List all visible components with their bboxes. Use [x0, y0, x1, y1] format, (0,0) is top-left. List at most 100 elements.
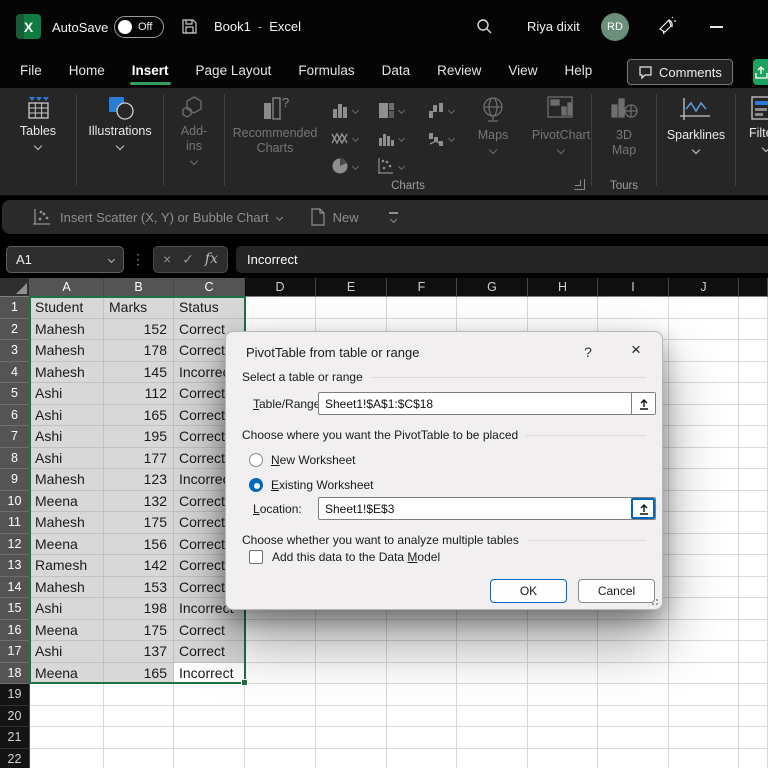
cell-J12[interactable] — [669, 534, 739, 556]
cell-A9[interactable]: Mahesh — [30, 469, 104, 491]
cell-D22[interactable] — [245, 749, 316, 768]
cell-J11[interactable] — [669, 512, 739, 534]
combo-chart-button[interactable] — [421, 124, 467, 152]
cell-J4[interactable] — [669, 362, 739, 384]
cell-A12[interactable]: Meena — [30, 534, 104, 556]
formula-input[interactable]: Incorrect — [236, 246, 768, 273]
cell-J22[interactable] — [669, 749, 739, 768]
cell-G18[interactable] — [457, 663, 528, 685]
customize-toolbar-icon[interactable] — [389, 212, 398, 222]
cell-B7[interactable]: 195 — [104, 426, 174, 448]
row-header-11[interactable]: 11 — [0, 512, 30, 534]
add-ins-button[interactable]: Add- ins — [164, 88, 224, 195]
excel-logo-icon[interactable]: X — [16, 14, 41, 39]
cell-A6[interactable]: Ashi — [30, 405, 104, 427]
new-button[interactable]: New — [310, 208, 359, 226]
bar-chart-button[interactable] — [371, 124, 421, 152]
resize-grip-icon[interactable] — [648, 595, 658, 605]
cell-D18[interactable] — [245, 663, 316, 685]
user-name[interactable]: Riya dixit — [527, 19, 580, 34]
formula-bar-grip-icon[interactable]: ⋮ — [131, 251, 146, 268]
waterfall-chart-button[interactable] — [421, 96, 467, 124]
cell-H17[interactable] — [528, 641, 598, 663]
cell-C16[interactable]: Correct — [174, 620, 245, 642]
cell-A15[interactable]: Ashi — [30, 598, 104, 620]
column-header-B[interactable]: B — [104, 278, 174, 297]
cell-J1[interactable] — [669, 297, 739, 319]
cell-G21[interactable] — [457, 727, 528, 749]
share-button[interactable] — [753, 59, 768, 85]
cell-F19[interactable] — [387, 684, 457, 706]
cell-E1[interactable] — [316, 297, 387, 319]
cell-J8[interactable] — [669, 448, 739, 470]
cell-I18[interactable] — [598, 663, 669, 685]
cell-J18[interactable] — [669, 663, 739, 685]
cell-C22[interactable] — [174, 749, 245, 768]
cell-A20[interactable] — [30, 706, 104, 728]
cell-B8[interactable]: 177 — [104, 448, 174, 470]
table-range-input[interactable]: Sheet1!$A$1:$C$18 — [318, 392, 656, 415]
cell-A5[interactable]: Ashi — [30, 383, 104, 405]
cell-F18[interactable] — [387, 663, 457, 685]
row-header-18[interactable]: 18 — [0, 663, 30, 685]
pie-chart-button[interactable] — [325, 152, 371, 180]
cell-J2[interactable] — [669, 319, 739, 341]
cell-H1[interactable] — [528, 297, 598, 319]
cell-J6[interactable] — [669, 405, 739, 427]
cell-D21[interactable] — [245, 727, 316, 749]
row-header-15[interactable]: 15 — [0, 598, 30, 620]
insert-function-icon[interactable]: fx — [205, 251, 218, 267]
recommended-charts-button[interactable]: ? Recommended Charts — [225, 88, 325, 180]
row-header-2[interactable]: 2 — [0, 319, 30, 341]
cell-C17[interactable]: Correct — [174, 641, 245, 663]
illustrations-button[interactable]: Illustrations — [77, 88, 163, 195]
cell-B19[interactable] — [104, 684, 174, 706]
cell-D1[interactable] — [245, 297, 316, 319]
cell-A19[interactable] — [30, 684, 104, 706]
row-header-13[interactable]: 13 — [0, 555, 30, 577]
row-header-20[interactable]: 20 — [0, 706, 30, 728]
column-header-F[interactable]: F — [387, 278, 457, 297]
save-icon[interactable] — [181, 18, 198, 38]
cell-F1[interactable] — [387, 297, 457, 319]
cell-E21[interactable] — [316, 727, 387, 749]
existing-worksheet-radio[interactable]: Existing Worksheet — [249, 478, 374, 492]
cell-H19[interactable] — [528, 684, 598, 706]
cell-G20[interactable] — [457, 706, 528, 728]
cell-H18[interactable] — [528, 663, 598, 685]
comments-button[interactable]: Comments — [627, 59, 733, 85]
data-model-checkbox[interactable]: Add this data to the Data Model — [249, 550, 440, 564]
cell-I19[interactable] — [598, 684, 669, 706]
column-header-J[interactable]: J — [669, 278, 739, 297]
cell-A18[interactable]: Meena — [30, 663, 104, 685]
tab-formulas[interactable]: Formulas — [298, 55, 354, 88]
cell-B10[interactable]: 132 — [104, 491, 174, 513]
cell-D17[interactable] — [245, 641, 316, 663]
tab-data[interactable]: Data — [382, 55, 411, 88]
cell-B3[interactable]: 178 — [104, 340, 174, 362]
cell-J13[interactable] — [669, 555, 739, 577]
cell-E17[interactable] — [316, 641, 387, 663]
cell-A3[interactable]: Mahesh — [30, 340, 104, 362]
cell-B2[interactable]: 152 — [104, 319, 174, 341]
column-header-H[interactable]: H — [528, 278, 598, 297]
cell-E19[interactable] — [316, 684, 387, 706]
tables-button[interactable]: Tables — [0, 88, 76, 195]
sparklines-button[interactable]: Sparklines — [657, 88, 735, 195]
cell-I17[interactable] — [598, 641, 669, 663]
cell-A13[interactable]: Ramesh — [30, 555, 104, 577]
cell-H16[interactable] — [528, 620, 598, 642]
row-header-7[interactable]: 7 — [0, 426, 30, 448]
cell-B17[interactable]: 137 — [104, 641, 174, 663]
cell-A11[interactable]: Mahesh — [30, 512, 104, 534]
cell-C19[interactable] — [174, 684, 245, 706]
row-header-21[interactable]: 21 — [0, 727, 30, 749]
cell-J5[interactable] — [669, 383, 739, 405]
row-header-14[interactable]: 14 — [0, 577, 30, 599]
cell-B9[interactable]: 123 — [104, 469, 174, 491]
cell-D20[interactable] — [245, 706, 316, 728]
row-header-6[interactable]: 6 — [0, 405, 30, 427]
name-box[interactable]: A1 — [6, 246, 124, 273]
cell-B21[interactable] — [104, 727, 174, 749]
row-header-5[interactable]: 5 — [0, 383, 30, 405]
